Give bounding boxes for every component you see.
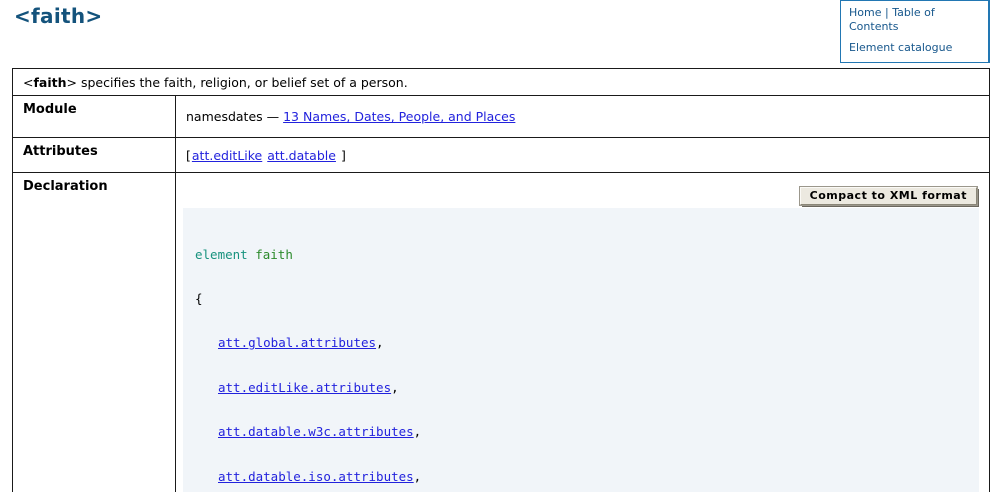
- declaration-code-line: element faith: [195, 248, 967, 263]
- declaration-label: Declaration: [13, 173, 176, 492]
- module-label: Module: [13, 96, 176, 138]
- module-value-cell: namesdates — 13 Names, Dates, People, an…: [176, 96, 990, 138]
- element-doc-page: <faith> Home | Table of Contents Element…: [0, 0, 996, 492]
- declaration-code-line: att.datable.w3c.attributes,: [195, 425, 967, 440]
- nav-link-element-catalogue[interactable]: Element catalogue: [849, 41, 952, 54]
- description-row: <faith> specifies the faith, religion, o…: [13, 69, 990, 96]
- compact-to-xml-button[interactable]: Compact to XML format: [800, 187, 977, 205]
- nav-box: Home | Table of Contents Element catalog…: [840, 0, 990, 63]
- nav-line-home-toc: Home | Table of Contents: [849, 6, 980, 34]
- nav-separator: |: [881, 6, 892, 19]
- description-text: specifies the faith, religion, or belief…: [77, 75, 408, 90]
- code-link-att-datable-w3c-attributes[interactable]: att.datable.w3c.attributes: [218, 424, 414, 439]
- declaration-value-cell: Compact to XML format element faith { at…: [176, 173, 990, 492]
- code-link-att-datable-iso-attributes[interactable]: att.datable.iso.attributes: [218, 469, 414, 484]
- module-row: Module namesdates — 13 Names, Dates, Peo…: [13, 96, 990, 138]
- attribute-class-link-datable[interactable]: att.datable: [267, 148, 336, 163]
- description-tag-open: <: [23, 75, 33, 90]
- description-tag-name: faith: [33, 75, 66, 90]
- description-tag-close: >: [67, 75, 77, 90]
- nav-link-home[interactable]: Home: [849, 6, 881, 19]
- code-comma: ,: [414, 469, 422, 484]
- code-keyword-element: element: [195, 247, 248, 262]
- declaration-code-line: att.global.attributes,: [195, 336, 967, 351]
- page-title: <faith>: [14, 4, 102, 28]
- code-link-att-global-attributes[interactable]: att.global.attributes: [218, 335, 376, 350]
- element-doc-table: <faith> specifies the faith, religion, o…: [12, 68, 990, 492]
- attribute-class-link-editlike[interactable]: att.editLike: [192, 148, 262, 163]
- declaration-code-line: att.editLike.attributes,: [195, 381, 967, 396]
- attributes-close-bracket: ]: [341, 148, 346, 163]
- declaration-row: Declaration Compact to XML format elemen…: [13, 173, 990, 492]
- declaration-code-block: element faith { att.global.attributes, a…: [183, 208, 979, 492]
- code-comma: ,: [376, 335, 384, 350]
- module-name: namesdates —: [186, 109, 283, 124]
- code-comma: ,: [414, 424, 422, 439]
- code-element-name: faith: [255, 247, 293, 262]
- attributes-open-bracket: [: [186, 148, 191, 163]
- declaration-open-brace: {: [195, 292, 967, 307]
- attributes-row: Attributes [att.editLike att.datable]: [13, 138, 990, 173]
- description-cell: <faith> specifies the faith, religion, o…: [13, 69, 990, 96]
- declaration-code-line: att.datable.iso.attributes,: [195, 470, 967, 485]
- declaration-button-row: Compact to XML format: [176, 187, 977, 205]
- module-chapter-link[interactable]: 13 Names, Dates, People, and Places: [283, 109, 515, 124]
- attributes-value-cell: [att.editLike att.datable]: [176, 138, 990, 173]
- code-link-att-editlike-attributes[interactable]: att.editLike.attributes: [218, 380, 391, 395]
- code-comma: ,: [391, 380, 399, 395]
- nav-line-catalogue: Element catalogue: [849, 41, 980, 55]
- attributes-label: Attributes: [13, 138, 176, 173]
